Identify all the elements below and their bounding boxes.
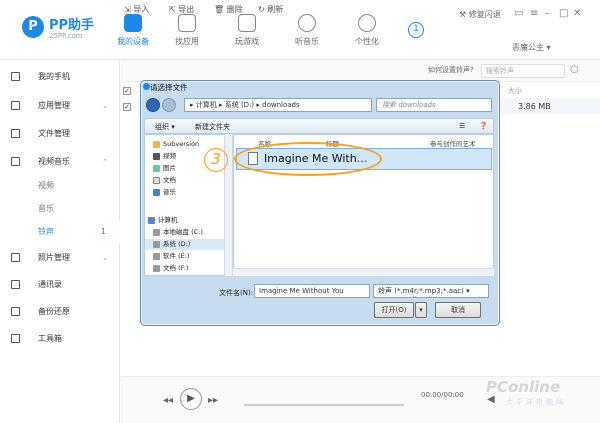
step-number: 3 xyxy=(204,148,228,172)
minimize-icon[interactable]: – xyxy=(545,8,550,19)
back-button[interactable] xyxy=(146,98,160,112)
sidebar-item-video[interactable]: 视频 xyxy=(0,175,120,197)
nav-music[interactable]: 听音乐 xyxy=(280,14,334,47)
user-name[interactable]: 恶魔公主 ▾ xyxy=(512,42,551,53)
select-all-checkbox[interactable]: ✓ xyxy=(123,87,131,95)
column-artist-header[interactable]: 参与创作的艺术 xyxy=(430,138,476,148)
toolbox-icon xyxy=(11,334,20,343)
tree-item-computer[interactable]: 计算机 xyxy=(145,215,231,226)
sidebar-item-toolbox[interactable]: 工具箱 xyxy=(0,328,120,350)
nav-find-apps[interactable]: 找应用 xyxy=(160,14,214,47)
time-display: 00:00/00:00 xyxy=(421,391,464,399)
watermark-brand: PConline xyxy=(486,378,561,396)
open-button[interactable]: 打开(O) xyxy=(374,302,414,318)
sidebar-item-files[interactable]: 文件管理 xyxy=(0,123,120,145)
music-icon xyxy=(153,189,160,196)
close-icon[interactable]: ✕ xyxy=(573,8,581,19)
bag-icon xyxy=(178,14,196,32)
sidebar-item-backup[interactable]: 备份还原 xyxy=(0,301,120,323)
maximize-icon[interactable]: □ xyxy=(559,8,568,19)
backup-icon xyxy=(11,307,20,316)
chevron-down-icon: ⌄ xyxy=(102,254,108,262)
next-icon[interactable]: ▸▸ xyxy=(208,395,218,406)
refresh-button[interactable]: ↻ 刷新 xyxy=(258,4,283,15)
app-logo-icon xyxy=(143,83,150,90)
ringtone-search-input[interactable]: 搜索铃声 xyxy=(481,64,565,78)
help-icon[interactable]: ❓ xyxy=(479,122,488,130)
watermark-sub: 太平洋电脑网 xyxy=(506,398,566,406)
sidebar-item-contacts[interactable]: 通讯录 xyxy=(0,274,120,296)
delete-button[interactable]: 🗑 删除 xyxy=(214,4,243,15)
photo-icon xyxy=(11,253,20,262)
gamepad-icon xyxy=(238,14,256,32)
nav-personalize[interactable]: 个性化 xyxy=(340,14,394,47)
column-size-header: 大小 xyxy=(508,87,522,95)
sidebar-item-music[interactable]: 音乐 xyxy=(0,198,120,220)
document-icon xyxy=(153,177,160,184)
tree-item-drive-d[interactable]: 系统 (D:) xyxy=(145,239,231,250)
filetype-select[interactable]: 铃声 (*.m4r;*.mp3;*.aac) ▾ xyxy=(373,284,489,298)
progress-bar[interactable] xyxy=(244,404,404,406)
sidebar-item-my-phone[interactable]: 我的手机 xyxy=(0,66,120,88)
previous-icon[interactable]: ◂◂ xyxy=(163,395,173,406)
address-bar[interactable]: ▸ 计算机 ▸ 系统 (D:) ▸ downloads xyxy=(184,98,372,112)
nav-games[interactable]: 玩游戏 xyxy=(220,14,274,47)
sidebar-item-ringtone[interactable]: 铃声 1 xyxy=(0,221,120,243)
headphone-icon xyxy=(298,14,316,32)
forward-button[interactable] xyxy=(162,98,176,112)
view-icon[interactable]: ☰ xyxy=(459,122,465,130)
app-logo-icon: P xyxy=(22,16,44,38)
chevron-up-icon: ⌃ xyxy=(102,158,108,166)
phone-icon xyxy=(11,72,20,81)
sidebar-item-photos[interactable]: 照片管理 ⌄ xyxy=(0,247,120,269)
folder-icon xyxy=(153,141,160,148)
folder-icon xyxy=(11,129,20,138)
feedback-icon[interactable]: ▭ xyxy=(514,8,523,19)
drive-icon xyxy=(153,265,160,272)
menu-icon[interactable]: ≡ xyxy=(530,8,538,19)
computer-icon xyxy=(148,217,155,224)
dialog-toolbar: 组织 ▾ 新建文件夹 ☰ ❓ xyxy=(144,118,494,134)
open-dropdown-button[interactable]: ▾ xyxy=(415,302,427,318)
tree-item-drive-e[interactable]: 软件 (E:) xyxy=(145,251,231,262)
notification-badge[interactable]: 1 xyxy=(408,22,424,38)
contacts-icon xyxy=(11,280,20,289)
sidebar-item-media[interactable]: 视频音乐 ⌃ xyxy=(0,151,120,173)
drive-icon xyxy=(153,241,160,248)
row-checkbox[interactable]: ✓ xyxy=(123,103,131,111)
new-folder-button[interactable]: 新建文件夹 xyxy=(195,122,230,132)
drive-icon xyxy=(153,253,160,260)
phone-icon xyxy=(124,14,142,32)
row-size: 3.86 MB xyxy=(518,102,551,111)
tree-item-drive-f[interactable]: 文档 (F:) xyxy=(145,263,231,274)
smile-icon xyxy=(358,14,376,32)
dialog-title: 请选择文件 xyxy=(150,83,188,92)
app-name: PP助手 xyxy=(49,18,95,33)
app-site: 25PP.com xyxy=(49,32,83,40)
video-icon xyxy=(153,153,160,160)
play-icon[interactable]: ▶ xyxy=(180,388,202,410)
search-icon[interactable]: ○ xyxy=(570,64,579,75)
picture-icon xyxy=(153,165,160,172)
dialog-search-input[interactable]: 搜索 downloads xyxy=(376,98,492,112)
import-button[interactable]: ⇲ 导入 xyxy=(124,4,149,15)
grid-icon xyxy=(11,101,20,110)
video-icon xyxy=(11,157,20,166)
export-button[interactable]: ⇱ 导出 xyxy=(169,4,194,15)
sidebar-item-apps[interactable]: 应用管理 ⌄ xyxy=(0,95,120,117)
filename-input[interactable]: Imagine Me Without You xyxy=(254,284,370,298)
file-list-scrollbar[interactable] xyxy=(233,268,494,276)
nav-my-device[interactable]: 我的设备 xyxy=(106,14,160,47)
tree-item-drive-c[interactable]: 本地磁盘 (C:) xyxy=(145,227,231,238)
drive-icon xyxy=(153,229,160,236)
repair-link[interactable]: ⚒ 修复闪退 xyxy=(459,9,501,20)
chevron-down-icon: ⌄ xyxy=(102,102,108,110)
organize-button[interactable]: 组织 ▾ xyxy=(155,122,175,132)
cancel-button[interactable]: 取消 xyxy=(435,302,481,318)
tree-item-documents[interactable]: 文档 xyxy=(145,175,231,186)
tree-item-music[interactable]: 音乐 xyxy=(145,187,231,198)
ringtone-help-link[interactable]: 如何设置铃声? xyxy=(428,65,474,75)
filename-label: 文件名(N): xyxy=(219,289,254,297)
highlight-oval xyxy=(234,142,382,176)
